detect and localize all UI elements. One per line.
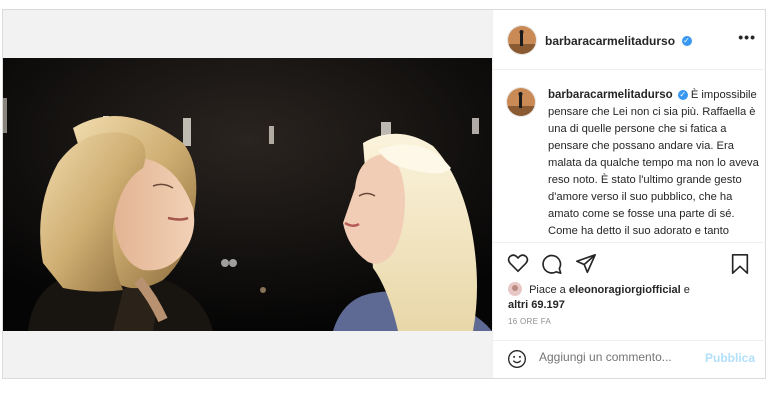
comment-input[interactable] xyxy=(539,350,689,364)
share-icon[interactable] xyxy=(575,253,597,275)
caption-avatar[interactable] xyxy=(506,87,536,117)
caption-username[interactable]: barbaracarmelitadurso xyxy=(548,89,673,101)
likes-prefix: Piace a xyxy=(529,284,566,296)
action-bar xyxy=(507,253,752,275)
heart-icon[interactable] xyxy=(507,253,529,273)
comment-bar: Pubblica xyxy=(493,340,766,378)
emoji-icon[interactable] xyxy=(507,349,527,369)
header-username[interactable]: barbaracarmelitadurso xyxy=(545,34,675,48)
likes-line: Piace a eleonoragiorgiofficial e altri 6… xyxy=(508,282,758,313)
post-media xyxy=(3,10,492,378)
liked-by-username[interactable]: eleonoragiorgiofficial xyxy=(569,284,681,296)
publish-button[interactable]: Pubblica xyxy=(705,351,755,365)
likes-count[interactable]: altri 69.197 xyxy=(508,299,565,311)
caption-body: È impossibile pensare che Lei non ci sia… xyxy=(548,89,759,237)
divider xyxy=(493,242,766,243)
post-photo[interactable] xyxy=(3,58,492,331)
likes-conj: e xyxy=(683,284,690,296)
instagram-post: barbaracarmelitadurso ✓ ••• barbaracarme… xyxy=(2,9,766,379)
post-timestamp[interactable]: 16 ORE FA xyxy=(508,317,551,326)
verified-badge-icon: ✓ xyxy=(681,35,692,46)
more-options-icon[interactable]: ••• xyxy=(738,29,756,45)
liker-avatar[interactable] xyxy=(508,282,522,296)
verified-badge-icon: ✓ xyxy=(677,90,688,101)
avatar[interactable] xyxy=(507,25,537,55)
post-header: barbaracarmelitadurso ✓ ••• xyxy=(493,10,766,70)
caption-block: barbaracarmelitadurso ✓ È impossibile pe… xyxy=(506,87,761,237)
caption-text: barbaracarmelitadurso ✓ È impossibile pe… xyxy=(548,87,761,237)
post-sidebar: barbaracarmelitadurso ✓ ••• barbaracarme… xyxy=(492,10,766,378)
bookmark-icon[interactable] xyxy=(730,253,750,275)
comment-icon[interactable] xyxy=(541,253,563,275)
